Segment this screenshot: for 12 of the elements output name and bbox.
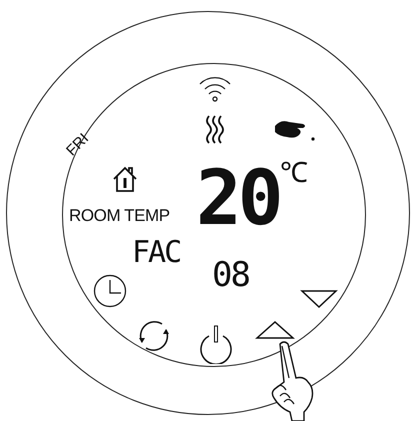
celsius-unit: ℃ [280, 160, 308, 188]
room-temp-label: ROOM TEMP [69, 205, 170, 227]
mode-code: FAC [132, 238, 180, 268]
temperature-reading: 20 [196, 160, 280, 236]
clock-icon[interactable] [93, 274, 127, 308]
down-arrow-icon[interactable] [300, 289, 338, 309]
setting-value: 08 [212, 258, 249, 292]
power-icon[interactable] [198, 324, 234, 364]
weekday-label: FRI [62, 129, 94, 162]
heat-waves-icon [203, 114, 227, 146]
up-arrow-icon[interactable] [255, 320, 295, 340]
house-icon [111, 165, 139, 193]
